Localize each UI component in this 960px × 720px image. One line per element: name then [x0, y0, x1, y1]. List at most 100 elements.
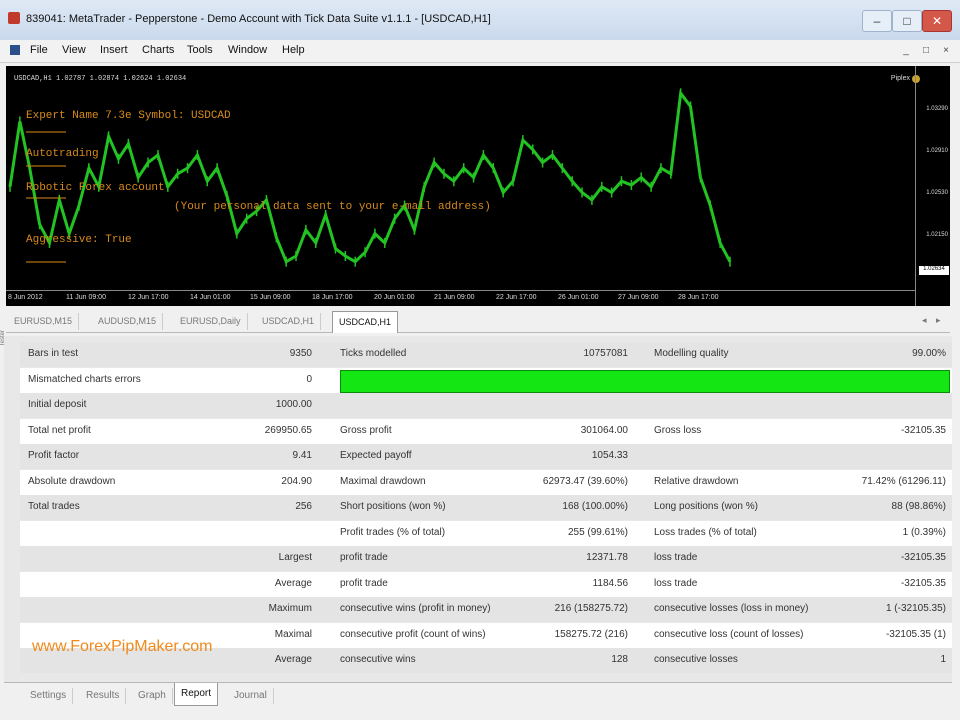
- report-label: Short positions (won %): [340, 501, 446, 512]
- report-row: Initial deposit 1000.00: [20, 393, 952, 418]
- report-label: consecutive losses (loss in money): [654, 603, 809, 614]
- chart-tab-eurusd-daily[interactable]: EURUSD,Daily: [174, 313, 248, 330]
- report-label: Modelling quality: [654, 348, 729, 359]
- report-row: Mismatched charts errors 0: [20, 367, 952, 393]
- chart-tab-audusd-m15[interactable]: AUDUSD,M15: [92, 313, 164, 330]
- report-label: Ticks modelled: [340, 348, 407, 359]
- report-label: Profit trades (% of total): [340, 526, 446, 538]
- price-axis: 1.03290 1.02910 1.02530 1.02150 1.02634: [915, 66, 950, 306]
- report-label: consecutive losses: [654, 654, 738, 665]
- report-label: profit trade: [340, 577, 388, 589]
- report-row: Total trades 256 Short positions (won %) 16…: [20, 495, 952, 520]
- report-label: consecutive wins (profit in money): [340, 603, 491, 614]
- report-value: 1 (0.39%): [902, 526, 946, 538]
- menu-file[interactable]: File: [30, 44, 48, 56]
- report-value: 10757081: [583, 348, 629, 359]
- report-value: 88 (98.86%): [891, 501, 946, 512]
- report-label: Gross profit: [340, 424, 392, 436]
- report-row: Largest profit trade 12371.78 loss trade -32…: [20, 546, 952, 571]
- chart-tab-usdcad-h1[interactable]: USDCAD,H1: [256, 313, 322, 330]
- mdi-close-button[interactable]: ×: [938, 43, 954, 58]
- price-label: 1.03290: [926, 106, 948, 112]
- time-label: 15 Jun 09:00: [250, 294, 291, 301]
- report-label: consecutive wins: [340, 654, 416, 665]
- report-value: 255 (99.61%): [567, 526, 628, 538]
- menu-help[interactable]: Help: [282, 44, 305, 56]
- chart-window-icon[interactable]: [10, 45, 20, 55]
- time-label: 20 Jun 01:00: [374, 294, 415, 301]
- report-label: consecutive loss (count of losses): [654, 628, 804, 640]
- report-value: Maximal: [274, 628, 312, 640]
- mdi-restore-button[interactable]: □: [918, 43, 934, 58]
- menu-insert[interactable]: Insert: [100, 44, 128, 56]
- report-label: Relative drawdown: [654, 475, 739, 487]
- report-value: 71.42% (61296.11): [861, 475, 946, 487]
- overlay-email-note: (Your personal data sent to your e-mail …: [174, 201, 491, 213]
- window-title: 839041: MetaTrader - Pepperstone - Demo …: [26, 13, 491, 25]
- chart-tab-usdcad-h1-active[interactable]: USDCAD,H1: [332, 311, 399, 333]
- restore-button[interactable]: □: [892, 10, 922, 32]
- report-value: 1 (-32105.35): [885, 603, 946, 614]
- report-value: 12371.78: [586, 552, 628, 563]
- price-series-plot: [8, 88, 732, 267]
- report-value: 168 (100.00%): [562, 501, 628, 512]
- report-value: 1: [940, 654, 946, 665]
- price-label: 1.02530: [926, 190, 948, 196]
- chart-header: USDCAD,H1 1.02787 1.02874 1.02624 1.0263…: [14, 75, 187, 83]
- watermark: www.ForexPipMaker.com: [32, 638, 213, 655]
- time-label: 26 Jun 01:00: [558, 294, 599, 301]
- modelling-quality-bar: [340, 369, 950, 393]
- report-value: 62973.47 (39.60%): [542, 475, 628, 487]
- title-bar: 839041: MetaTrader - Pepperstone - Demo …: [0, 0, 960, 40]
- report-value: 9.41: [292, 450, 312, 461]
- tab-scroll-right-icon[interactable]: ▸: [936, 315, 941, 326]
- report-row: Profit trades (% of total) 255 (99.61%) Lo…: [20, 520, 952, 546]
- chart-tab-bar: EURUSD,M15 AUDUSD,M15 EURUSD,Daily USDCA…: [6, 310, 950, 333]
- menu-charts[interactable]: Charts: [142, 44, 174, 56]
- metatrader-app-icon: [8, 12, 20, 24]
- report-value: Largest: [278, 552, 312, 563]
- menu-tools[interactable]: Tools: [187, 44, 213, 56]
- report-value: Average: [274, 577, 312, 589]
- report-label: Absolute drawdown: [28, 475, 116, 487]
- report-row: Bars in test 9350 Ticks modelled 10757081 Mo…: [20, 342, 952, 367]
- tester-tab-bar: Settings Results Graph Report Journal: [4, 682, 952, 711]
- report-label: profit trade: [340, 552, 388, 563]
- time-label: 22 Jun 17:00: [496, 294, 537, 301]
- current-price-label: 1.02634: [919, 266, 949, 275]
- tab-results[interactable]: Results: [80, 688, 127, 704]
- report-value: -32105.35 (1): [885, 628, 946, 640]
- report-value: 1054.33: [591, 450, 628, 461]
- report-label: Bars in test: [28, 348, 79, 359]
- close-button[interactable]: ✕: [922, 10, 952, 32]
- report-value: 158275.72 (216): [554, 628, 628, 640]
- tab-journal[interactable]: Journal: [228, 688, 274, 704]
- menu-window[interactable]: Window: [228, 44, 267, 56]
- report-row: Maximum consecutive wins (profit in money…: [20, 597, 952, 622]
- mdi-minimize-button[interactable]: _: [898, 43, 914, 58]
- report-value: 0: [306, 373, 312, 385]
- report-row: Profit factor 9.41 Expected payoff 1054.33: [20, 444, 952, 469]
- menu-view[interactable]: View: [62, 44, 86, 56]
- report-label: loss trade: [654, 577, 698, 589]
- time-label: 11 Jun 09:00: [66, 294, 106, 301]
- chart-tab-eurusd-m15[interactable]: EURUSD,M15: [8, 313, 80, 330]
- price-chart[interactable]: USDCAD,H1 1.02787 1.02874 1.02624 1.0263…: [6, 66, 950, 306]
- menu-bar: File View Insert Charts Tools Window Hel…: [0, 40, 960, 63]
- report-label: consecutive profit (count of wins): [340, 628, 486, 640]
- report-value: 128: [611, 654, 628, 665]
- time-label: 14 Jun 01:00: [190, 294, 231, 301]
- tab-report[interactable]: Report: [174, 683, 219, 706]
- overlay-aggressive: Aggressive: True: [26, 234, 132, 246]
- tab-graph[interactable]: Graph: [132, 688, 173, 704]
- time-label: 8 Jun 2012: [8, 294, 43, 301]
- tab-scroll-left-icon[interactable]: ◂: [922, 315, 927, 326]
- time-label: 12 Jun 17:00: [128, 294, 169, 301]
- report-label: Mismatched charts errors: [28, 373, 141, 385]
- minimize-button[interactable]: –: [862, 10, 892, 32]
- report-label: Profit factor: [28, 450, 80, 461]
- report-row: Total net profit 269950.65 Gross profit 301…: [20, 418, 952, 444]
- tab-settings[interactable]: Settings: [24, 688, 74, 704]
- report-value: 1000.00: [275, 399, 312, 410]
- report-row: Average profit trade 1184.56 loss trade -321…: [20, 571, 952, 597]
